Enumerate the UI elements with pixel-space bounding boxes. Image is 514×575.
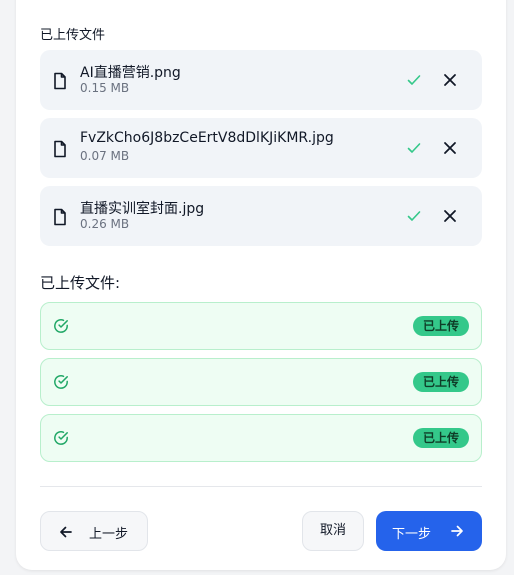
uploaded-status-heading: 已上传文件:	[40, 274, 121, 292]
file-item: AI直播营销.png 0.15 MB	[40, 50, 482, 110]
check-circle-icon	[54, 375, 68, 389]
uploaded-badge: 已上传	[412, 372, 469, 392]
remove-file-button[interactable]	[438, 136, 462, 160]
remove-file-button[interactable]	[438, 68, 462, 92]
file-icon	[54, 72, 66, 90]
divider	[40, 486, 482, 487]
file-name: FvZkCho6J8bzCeErtV8dDlKJiKMR.jpg	[80, 130, 334, 146]
next-step-label: 下一步	[392, 527, 432, 542]
uploaded-files-heading: 已上传文件	[40, 28, 106, 43]
uploaded-status-item: 已上传	[40, 414, 482, 462]
check-icon	[407, 211, 421, 221]
file-name: AI直播营销.png	[80, 65, 181, 81]
cancel-button[interactable]: 取消	[302, 511, 364, 551]
file-icon	[54, 140, 66, 158]
check-circle-icon	[54, 319, 68, 333]
remove-file-button[interactable]	[438, 204, 462, 228]
file-size: 0.26 MB	[80, 217, 130, 231]
uploaded-badge: 已上传	[412, 316, 469, 336]
file-item: FvZkCho6J8bzCeErtV8dDlKJiKMR.jpg 0.07 MB	[40, 118, 482, 178]
previous-step-button[interactable]: 上一步	[40, 511, 148, 551]
check-icon	[407, 75, 421, 85]
check-circle-icon	[54, 431, 68, 445]
arrow-left-icon	[60, 526, 72, 538]
check-icon	[407, 143, 421, 153]
file-name: 直播实训室封面.jpg	[80, 201, 205, 217]
uploaded-status-item: 已上传	[40, 302, 482, 350]
arrow-right-icon	[451, 525, 463, 537]
file-size: 0.07 MB	[80, 149, 130, 163]
close-icon	[444, 210, 456, 222]
previous-step-label: 上一步	[89, 527, 129, 542]
file-item: 直播实训室封面.jpg 0.26 MB	[40, 186, 482, 246]
close-icon	[444, 74, 456, 86]
file-size: 0.15 MB	[80, 81, 130, 95]
file-icon	[54, 208, 66, 226]
next-step-button[interactable]: 下一步	[376, 511, 482, 551]
uploaded-status-item: 已上传	[40, 358, 482, 406]
uploaded-badge: 已上传	[412, 428, 469, 448]
close-icon	[444, 142, 456, 154]
